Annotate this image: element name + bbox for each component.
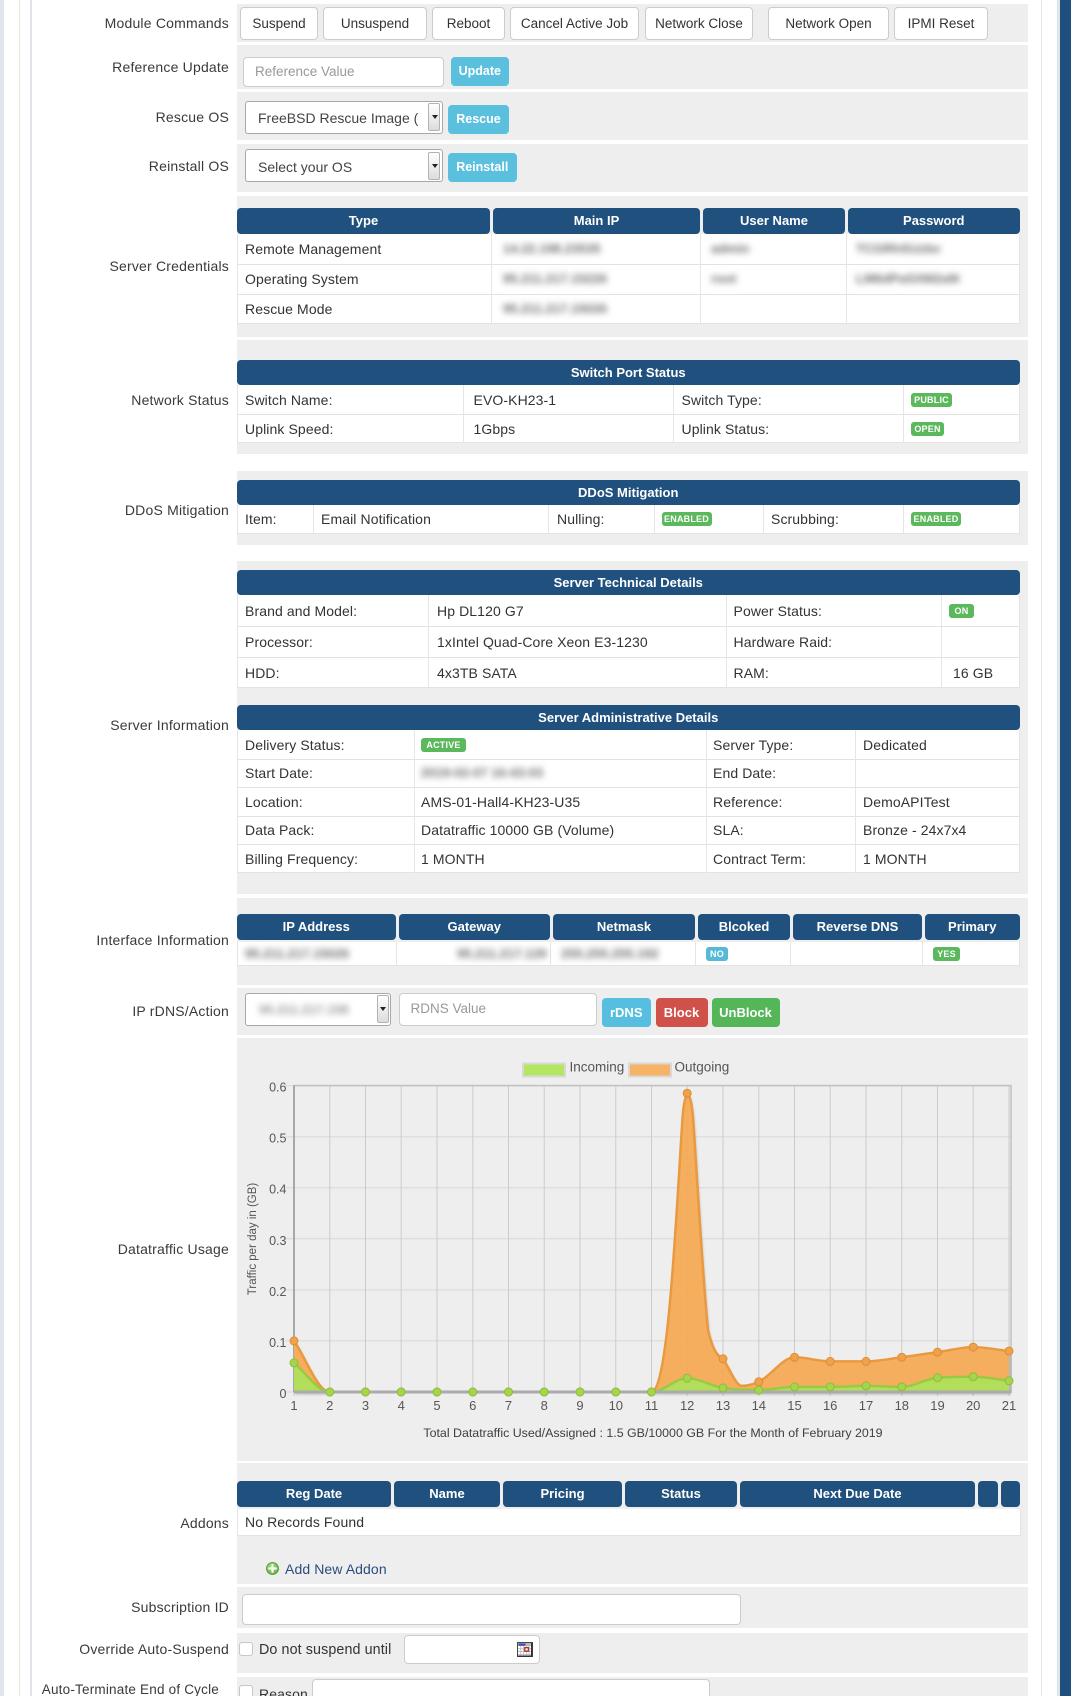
svg-text:0.6: 0.6	[269, 1081, 286, 1095]
svg-text:3: 3	[362, 1398, 369, 1413]
svg-text:10: 10	[609, 1398, 623, 1413]
svg-text:19: 19	[930, 1398, 944, 1413]
svg-text:16: 16	[823, 1398, 837, 1413]
svg-text:5: 5	[433, 1398, 440, 1413]
svg-text:21: 21	[1002, 1398, 1016, 1413]
svg-text:18: 18	[895, 1398, 909, 1413]
svg-text:1: 1	[290, 1398, 297, 1413]
svg-text:9: 9	[576, 1398, 583, 1413]
svg-text:20: 20	[966, 1398, 980, 1413]
svg-text:12: 12	[680, 1398, 694, 1413]
svg-text:Traffic per day in (GB): Traffic per day in (GB)	[247, 1183, 259, 1296]
svg-text:0.5: 0.5	[269, 1132, 286, 1146]
svg-text:0.3: 0.3	[269, 1234, 286, 1248]
svg-text:13: 13	[716, 1398, 730, 1413]
svg-text:4: 4	[398, 1398, 405, 1413]
svg-text:Outgoing: Outgoing	[675, 1060, 730, 1075]
svg-text:8: 8	[541, 1398, 548, 1413]
svg-text:0.4: 0.4	[269, 1183, 286, 1197]
svg-text:14: 14	[752, 1398, 766, 1413]
svg-text:7: 7	[505, 1398, 512, 1413]
svg-text:0.2: 0.2	[269, 1285, 286, 1299]
svg-text:Total Datatraffic Used/Assigne: Total Datatraffic Used/Assigned : 1.5 GB…	[423, 1426, 882, 1440]
svg-text:6: 6	[469, 1398, 476, 1413]
svg-text:2: 2	[326, 1398, 333, 1413]
svg-text:11: 11	[645, 1398, 659, 1413]
svg-text:15: 15	[787, 1398, 801, 1413]
svg-text:17: 17	[859, 1398, 873, 1413]
svg-text:0.1: 0.1	[269, 1336, 286, 1350]
svg-text:0: 0	[280, 1387, 287, 1401]
svg-text:Incoming: Incoming	[570, 1060, 625, 1075]
